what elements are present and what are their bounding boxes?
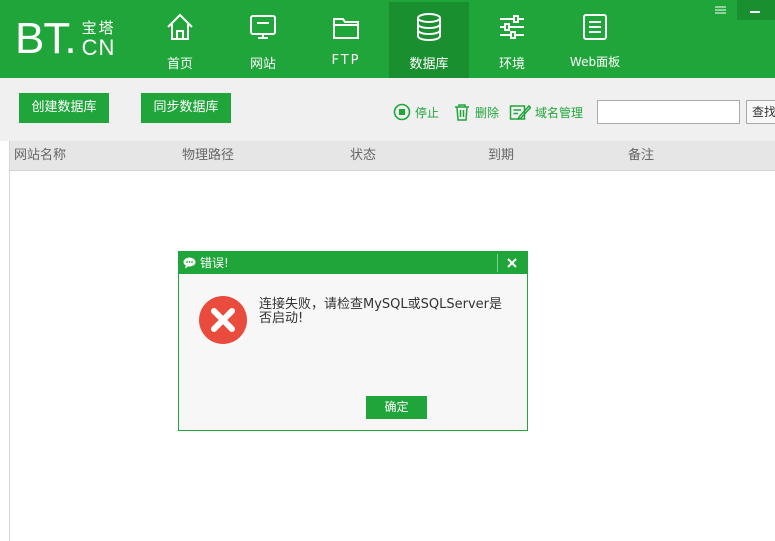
table-header: 网站名称 物理路径 状态 到期 备注 bbox=[10, 141, 775, 171]
nav-website[interactable]: 网站 bbox=[223, 2, 303, 78]
logo-main: BT. bbox=[15, 14, 77, 63]
stop-icon bbox=[393, 103, 411, 121]
nav-home[interactable]: 首页 bbox=[140, 2, 220, 78]
minimize-icon bbox=[750, 11, 760, 13]
delete-button[interactable]: 删除 bbox=[453, 103, 499, 121]
list-icon bbox=[583, 14, 607, 40]
nav-database[interactable]: 数据库 bbox=[389, 2, 469, 78]
dialog-message: 连接失败，请检查MySQL或SQLServer是否启动! bbox=[259, 297, 502, 326]
logo-domain-text: CN bbox=[81, 35, 116, 60]
folder-icon bbox=[333, 18, 359, 39]
window-menu-button[interactable] bbox=[703, 0, 737, 20]
dialog-close-button[interactable] bbox=[497, 254, 525, 272]
header-bar: BT. 宝塔 CN 首页 网站 FTP 数据库 环境 Web面板 bbox=[0, 0, 775, 78]
nav-home-label: 首页 bbox=[166, 57, 193, 72]
error-dialog: 错误! 连接失败，请检查MySQL或SQLServer是否启动! 确定 bbox=[178, 251, 528, 431]
database-icon bbox=[417, 13, 441, 42]
delete-label: 删除 bbox=[475, 105, 500, 120]
nav-website-label: 网站 bbox=[249, 57, 276, 72]
dialog-title-bar[interactable]: 错误! bbox=[179, 252, 527, 274]
column-header-expiry[interactable]: 到期 bbox=[488, 141, 514, 171]
stop-label: 停止 bbox=[415, 105, 440, 120]
sliders-icon bbox=[500, 15, 524, 39]
home-icon bbox=[167, 13, 193, 40]
domain-manage-label: 域名管理 bbox=[535, 105, 584, 120]
dialog-ok-button[interactable]: 确定 bbox=[366, 396, 427, 419]
error-icon bbox=[199, 296, 247, 344]
trash-icon bbox=[455, 104, 469, 121]
chat-bubble-icon bbox=[183, 257, 196, 269]
stop-button[interactable]: 停止 bbox=[393, 103, 439, 121]
dialog-title: 错误! bbox=[200, 256, 229, 270]
domain-manage-button[interactable]: 域名管理 bbox=[509, 103, 583, 121]
column-header-site-name[interactable]: 网站名称 bbox=[14, 141, 66, 171]
menu-icon bbox=[715, 6, 726, 14]
edit-icon bbox=[509, 104, 531, 121]
search-button[interactable]: 查找 bbox=[746, 100, 775, 124]
nav-environment-label: 环境 bbox=[498, 57, 525, 72]
brand-logo: BT. 宝塔 CN bbox=[15, 16, 116, 62]
window-minimize-button[interactable] bbox=[737, 0, 775, 20]
nav-ftp[interactable]: FTP bbox=[306, 2, 386, 78]
app-window: BT. 宝塔 CN 首页 网站 FTP 数据库 环境 Web面板 创建数据库 同… bbox=[0, 0, 775, 541]
toolbar: 创建数据库 同步数据库 停止 删除 域名管理 查找 bbox=[0, 78, 775, 141]
sync-database-button[interactable]: 同步数据库 bbox=[141, 93, 231, 123]
nav-webpanel[interactable]: Web面板 bbox=[555, 2, 635, 78]
column-header-status[interactable]: 状态 bbox=[350, 141, 376, 171]
monitor-icon bbox=[250, 15, 276, 39]
nav-environment[interactable]: 环境 bbox=[472, 2, 552, 78]
close-icon bbox=[507, 258, 517, 268]
nav-ftp-label: FTP bbox=[331, 53, 361, 68]
nav-database-label: 数据库 bbox=[409, 57, 449, 72]
create-database-button[interactable]: 创建数据库 bbox=[19, 93, 109, 123]
search-input[interactable] bbox=[597, 100, 740, 124]
nav-webpanel-label: Web面板 bbox=[569, 55, 621, 69]
column-header-note[interactable]: 备注 bbox=[628, 141, 654, 171]
column-header-path[interactable]: 物理路径 bbox=[182, 141, 234, 171]
